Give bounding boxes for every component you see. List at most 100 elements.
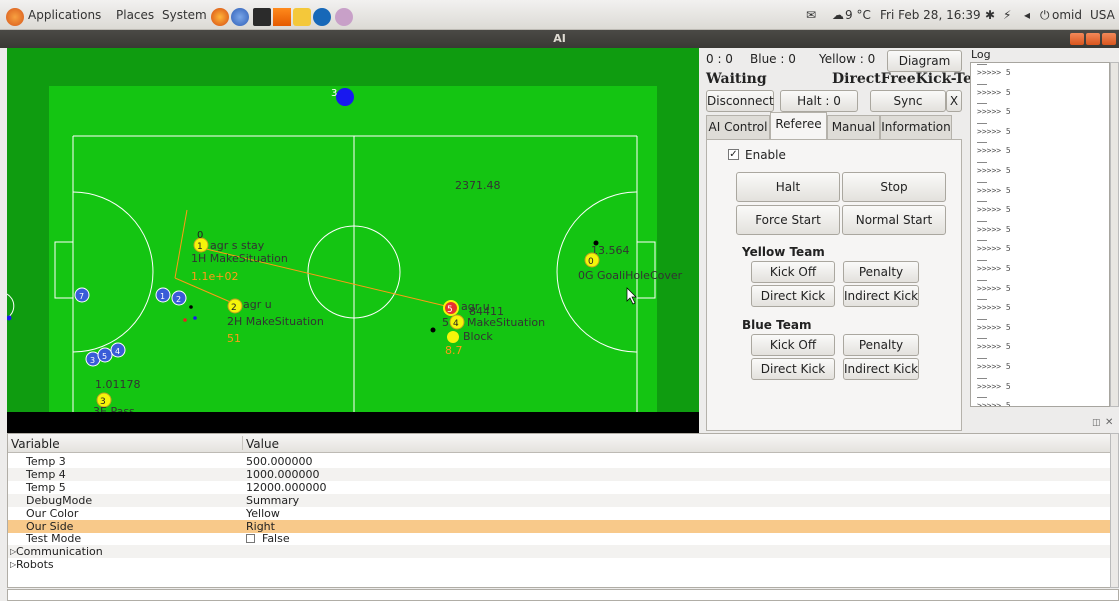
log-entry[interactable]: >>>>> 5 — [971, 357, 1109, 377]
table-row[interactable]: Temp 3 500.000000 — [8, 455, 1110, 468]
enable-checkbox[interactable]: ✓ — [728, 149, 739, 160]
log-entry[interactable]: >>>>> 5 — [971, 279, 1109, 299]
table-row[interactable]: Our Color Yellow — [8, 507, 1110, 520]
variable-value: False — [262, 532, 290, 546]
log-entry[interactable]: >>>>> 5 — [971, 122, 1109, 142]
log-list[interactable]: >>>>> 5 >>>>> 5 >>>>> 5 >>>>> 5 >>>>> 5 >>>>>… — [970, 62, 1110, 407]
variable-value[interactable]: 12000.000000 — [246, 481, 326, 494]
variable-value[interactable]: Right — [246, 520, 275, 533]
clock[interactable]: Fri Feb 28, 16:39 — [880, 8, 981, 22]
power-icon[interactable]: ⏻ — [1040, 8, 1050, 23]
volume-icon[interactable]: ◂ — [1024, 8, 1030, 22]
yellow-direct-kick-button[interactable]: Direct Kick — [751, 285, 835, 307]
log-entry[interactable]: >>>>> 5 — [971, 337, 1109, 357]
log-entry[interactable]: >>>>> 5 — [971, 239, 1109, 259]
log-entry[interactable]: >>>>> 5 — [971, 318, 1109, 338]
yellow-penalty-button[interactable]: Penalty — [843, 261, 919, 283]
test-mode-checkbox[interactable] — [246, 534, 255, 544]
variable-value[interactable]: Summary — [246, 494, 299, 507]
normal-start-button[interactable]: Normal Start — [842, 205, 946, 235]
tab-referee[interactable]: Referee — [770, 112, 827, 140]
log-entry[interactable]: >>>>> 5 — [971, 220, 1109, 240]
variable-value[interactable]: Yellow — [246, 507, 280, 520]
keyboard-layout[interactable]: USA — [1090, 8, 1115, 22]
blue-robot-2-label: 2 — [176, 295, 181, 304]
halt-count-button[interactable]: Halt : 0 — [780, 90, 858, 112]
weather-temp[interactable]: 9 °C — [845, 8, 871, 22]
stop-button[interactable]: Stop — [842, 172, 946, 202]
blue-indirect-kick-button[interactable]: Indirect Kick — [843, 358, 919, 380]
ubuntu-logo-icon[interactable] — [6, 8, 24, 26]
log-entry[interactable]: >>>>> 5 — [971, 396, 1109, 406]
log-entry[interactable]: >>>>> 5 — [971, 102, 1109, 122]
log-entry[interactable]: >>>>> 5 — [971, 377, 1109, 397]
log-entry[interactable]: >>>>> 5 — [971, 63, 1109, 83]
variable-value[interactable]: 1000.000000 — [246, 468, 319, 481]
maximize-button[interactable] — [1086, 33, 1100, 45]
table-row[interactable]: Temp 5 12000.000000 — [8, 481, 1110, 494]
log-entry-text: >>>>> 5 — [977, 126, 1011, 136]
tab-ai-control[interactable]: AI Control — [706, 115, 770, 139]
diagram-button[interactable]: Diagram — [887, 50, 962, 72]
blue-penalty-button[interactable]: Penalty — [843, 334, 919, 356]
table-row[interactable]: Test Mode False — [8, 532, 1110, 546]
table-scrollbar[interactable] — [1110, 433, 1119, 588]
ball-marker[interactable] — [336, 88, 354, 106]
close-button[interactable] — [1102, 33, 1116, 45]
variable-value[interactable]: 500.000000 — [246, 455, 312, 468]
yellow-indirect-kick-button[interactable]: Indirect Kick — [843, 285, 919, 307]
sync-button[interactable]: Sync — [870, 90, 946, 112]
log-separator — [977, 279, 987, 281]
ghost-icon[interactable] — [335, 8, 353, 26]
top-panel: Applications Places System ✉ ☁ 9 °C Fri … — [0, 0, 1119, 30]
mail-icon[interactable]: ✉ — [806, 8, 816, 22]
places-menu[interactable]: Places — [116, 8, 154, 22]
x-button[interactable]: X — [946, 90, 962, 112]
terminal-icon[interactable] — [253, 8, 271, 26]
log-separator — [977, 357, 987, 359]
log-entry[interactable]: >>>>> 5 — [971, 200, 1109, 220]
firefox-icon[interactable] — [211, 8, 229, 26]
table-row[interactable]: DebugMode Summary — [8, 493, 1110, 507]
log-entry[interactable]: >>>>> 5 — [971, 141, 1109, 161]
table-row[interactable]: Temp 4 1000.000000 — [8, 467, 1110, 481]
field-view[interactable]: 3 2371.48 0 1 agr s stay 1H MakeSituatio… — [7, 48, 699, 433]
blue-kick-off-button[interactable]: Kick Off — [751, 334, 835, 356]
applications-menu[interactable]: Applications — [28, 8, 101, 22]
log-entry[interactable]: >>>>> 5 — [971, 259, 1109, 279]
table-row[interactable]: ▷ Communication — [8, 545, 1110, 559]
table-row[interactable]: ▷ Robots — [8, 558, 1110, 571]
log-scrollbar[interactable] — [1110, 62, 1119, 407]
system-menu[interactable]: System — [162, 8, 207, 22]
minimize-button[interactable] — [1070, 33, 1084, 45]
tab-information[interactable]: Information — [880, 115, 952, 139]
log-entry[interactable]: >>>>> 5 — [971, 298, 1109, 318]
log-separator — [977, 83, 987, 85]
log-entry[interactable]: >>>>> 5 — [971, 83, 1109, 103]
col-variable[interactable]: Variable — [11, 437, 60, 451]
force-start-button[interactable]: Force Start — [736, 205, 840, 235]
help-icon[interactable] — [231, 8, 249, 26]
bluetooth-icon[interactable]: ✱ — [985, 8, 995, 22]
col-value[interactable]: Value — [246, 437, 279, 451]
field-canvas[interactable]: 3 2371.48 0 1 agr s stay 1H MakeSituatio… — [7, 48, 699, 418]
window-titlebar[interactable]: AI — [0, 30, 1119, 48]
table-row[interactable]: Our Side Right — [8, 519, 1110, 533]
close-pane-icon[interactable]: ✕ — [1105, 417, 1113, 428]
vlc-icon[interactable] — [273, 8, 291, 26]
headphones-icon[interactable] — [313, 8, 331, 26]
yellow-kick-off-button[interactable]: Kick Off — [751, 261, 835, 283]
restore-icon[interactable]: ◫ — [1092, 418, 1101, 428]
app-icon[interactable] — [293, 8, 311, 26]
disconnect-button[interactable]: Disconnect — [706, 90, 774, 112]
yellow-team-label: Yellow Team — [742, 245, 825, 259]
log-separator — [977, 161, 987, 163]
network-icon[interactable]: ⚡ — [1003, 8, 1011, 22]
log-entry[interactable]: >>>>> 5 — [971, 181, 1109, 201]
user-menu[interactable]: omid — [1052, 8, 1082, 22]
log-entry-text: >>>>> 5 — [977, 165, 1011, 175]
blue-direct-kick-button[interactable]: Direct Kick — [751, 358, 835, 380]
log-entry[interactable]: >>>>> 5 — [971, 161, 1109, 181]
tab-manual[interactable]: Manual — [827, 115, 880, 139]
halt-button[interactable]: Halt — [736, 172, 840, 202]
